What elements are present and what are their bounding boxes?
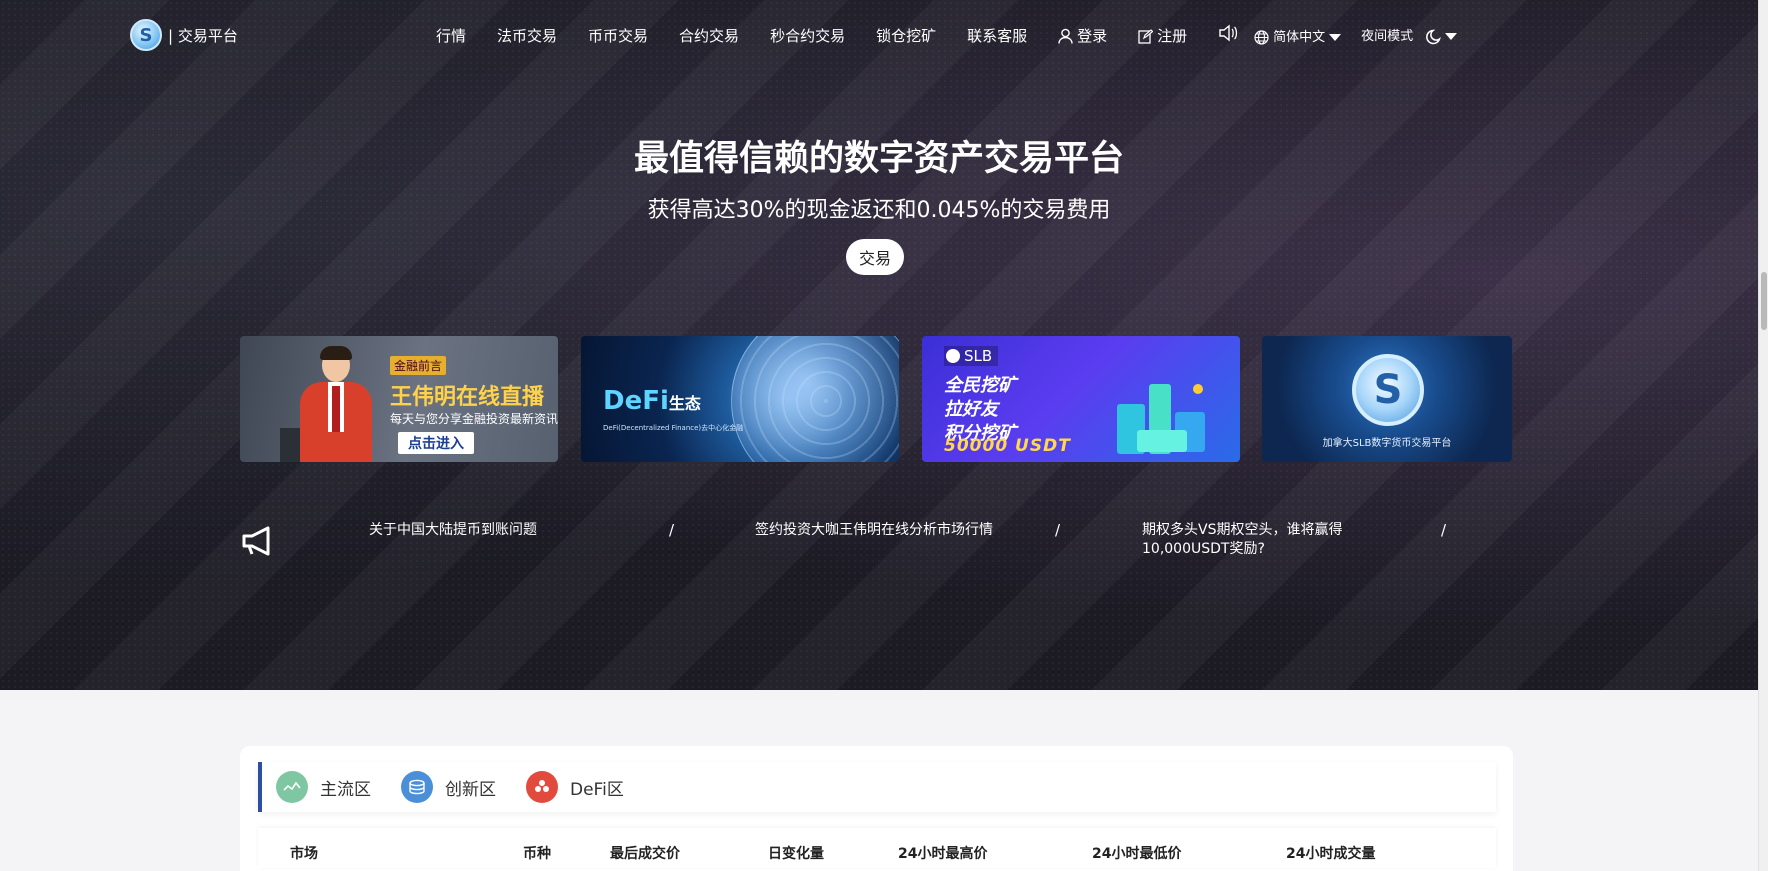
- moon-icon: [1426, 29, 1442, 44]
- banner-tag: 金融前言: [390, 356, 447, 375]
- tab-label: 主流区: [320, 779, 371, 800]
- enter-button[interactable]: 点击进入: [398, 432, 474, 454]
- chevron-down-icon: [1445, 33, 1458, 41]
- menu-item-support[interactable]: 联系客服: [967, 25, 1027, 46]
- menu-item-market[interactable]: 行情: [436, 25, 466, 46]
- menu-item-second-contract[interactable]: 秒合约交易: [770, 25, 845, 46]
- main-menu: 行情 法币交易 币币交易 合约交易 秒合约交易 锁仓挖矿 联系客服 登录 注册 …: [436, 24, 1458, 46]
- menu-item-staking[interactable]: 锁仓挖矿: [876, 25, 936, 46]
- banner-mining[interactable]: SLB 全民挖矿 拉好友 积分挖矿 50000 USDT: [922, 336, 1240, 462]
- slb-badge: SLB: [944, 346, 999, 366]
- defi-flower-icon: [526, 771, 558, 803]
- tab-label: DeFi区: [570, 779, 624, 800]
- chevron-down-icon: [1329, 33, 1342, 41]
- logo-icon: S: [130, 19, 162, 51]
- notice-separator: /: [1055, 521, 1061, 539]
- market-table-header: 市场 币种 最后成交价 日变化量 24小时最高价 24小时最低价 24小时成交量: [258, 828, 1496, 868]
- menu-item-contract-trade[interactable]: 合约交易: [679, 25, 739, 46]
- top-nav: S | 交易平台 行情 法币交易 币币交易 合约交易 秒合约交易 锁仓挖矿 联系…: [0, 0, 1758, 70]
- brand-name: | 交易平台: [168, 26, 238, 45]
- banner-defi[interactable]: DeFi生态 DeFi(Decentralized Finance)去中心化金融: [581, 336, 899, 462]
- market-panel: 主流区 创新区 DeFi区 市场 币种 最后成交价 日变化量 24小时最高价 2…: [240, 746, 1513, 871]
- banner-title: 王伟明在线直播: [390, 385, 545, 410]
- tab-innovation[interactable]: 创新区: [401, 771, 496, 803]
- login-label: 登录: [1077, 26, 1108, 45]
- column-header[interactable]: 市场: [290, 843, 318, 863]
- night-mode-label: 夜间模式: [1361, 29, 1414, 45]
- slb-logo-icon: [946, 349, 960, 363]
- banner-caption: 加拿大SLB数字货币交易平台: [1322, 438, 1452, 449]
- speaker-icon: [1219, 24, 1238, 42]
- page-scrollbar[interactable]: [1758, 0, 1768, 871]
- sound-toggle[interactable]: [1218, 24, 1238, 46]
- banner-amount: 50000 USDT: [944, 436, 1071, 456]
- globe-graphic: [731, 336, 899, 462]
- banner-subtitle: 每天与您分享金融投资最新资讯: [390, 412, 558, 426]
- logo[interactable]: S | 交易平台: [130, 19, 238, 51]
- globe-icon: [1254, 29, 1269, 45]
- menu-item-spot-trade[interactable]: 币币交易: [588, 25, 648, 46]
- tab-label: 创新区: [445, 779, 496, 800]
- coin-stack-icon: [401, 771, 433, 803]
- language-label: 简体中文: [1273, 29, 1326, 45]
- banner-caption: DeFi(Decentralized Finance)去中心化金融: [603, 424, 744, 432]
- tab-mainstream[interactable]: 主流区: [276, 771, 371, 803]
- banner-live-stream[interactable]: 金融前言 王伟明在线直播 每天与您分享金融投资最新资讯 点击进入: [240, 336, 558, 462]
- column-header[interactable]: 24小时最高价: [898, 843, 987, 863]
- trade-button[interactable]: 交易: [846, 239, 904, 275]
- edit-icon: [1138, 28, 1154, 44]
- register-link[interactable]: 注册: [1138, 25, 1187, 46]
- wave-chart-icon: [276, 771, 308, 803]
- notice-separator: /: [1441, 521, 1447, 539]
- login-link[interactable]: 登录: [1058, 25, 1107, 46]
- night-mode-toggle[interactable]: 夜间模式: [1361, 25, 1458, 45]
- scrollbar-thumb[interactable]: [1761, 272, 1767, 330]
- slb-coin-icon: S: [1352, 354, 1424, 426]
- column-header[interactable]: 日变化量: [768, 843, 824, 863]
- column-header[interactable]: 币种: [523, 843, 551, 863]
- hero-subline: 获得高达30%的现金返还和0.045%的交易费用: [647, 198, 1111, 223]
- notice-item[interactable]: 期权多头VS期权空头，谁将赢得10,000USDT奖励?: [1142, 521, 1372, 559]
- banner-slb-platform[interactable]: S 加拿大SLB数字货币交易平台: [1262, 336, 1512, 462]
- register-label: 注册: [1157, 26, 1188, 45]
- market-tabs: 主流区 创新区 DeFi区: [258, 762, 1496, 812]
- column-header[interactable]: 24小时最低价: [1092, 843, 1181, 863]
- user-icon: [1058, 28, 1073, 44]
- language-select[interactable]: 简体中文: [1254, 26, 1342, 45]
- tab-defi[interactable]: DeFi区: [526, 771, 624, 803]
- column-header[interactable]: 最后成交价: [610, 843, 680, 863]
- banner-title: DeFi生态: [603, 386, 701, 416]
- isometric-city-graphic: [1097, 364, 1217, 456]
- menu-item-fiat-trade[interactable]: 法币交易: [497, 25, 557, 46]
- megaphone-icon: [242, 526, 270, 556]
- notice-item[interactable]: 关于中国大陆提币到账问题: [369, 521, 537, 540]
- column-header[interactable]: 24小时成交量: [1286, 843, 1375, 863]
- presenter-illustration: [300, 346, 372, 462]
- notice-item[interactable]: 签约投资大咖王伟明在线分析市场行情: [755, 521, 993, 540]
- notice-separator: /: [669, 521, 675, 539]
- hero-headline: 最值得信赖的数字资产交易平台: [633, 139, 1124, 179]
